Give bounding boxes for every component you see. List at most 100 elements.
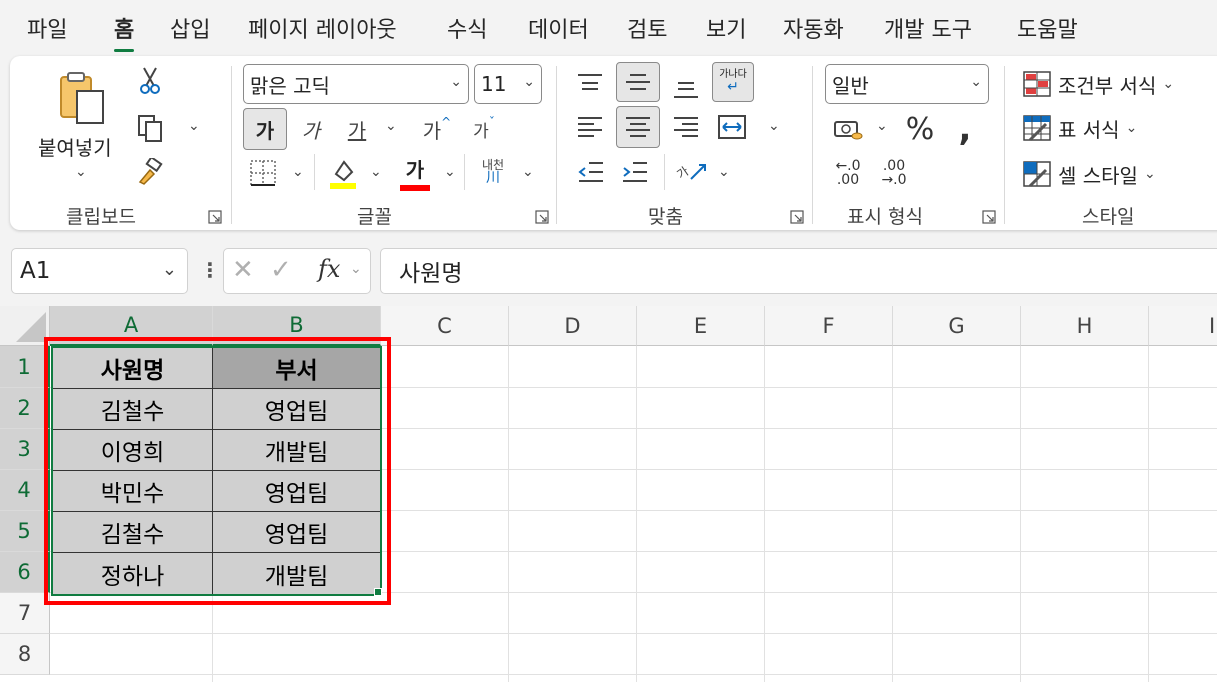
tab-formulas[interactable]: 수식 bbox=[447, 12, 487, 44]
tab-insert[interactable]: 삽입 bbox=[170, 12, 210, 44]
tab-review[interactable]: 검토 bbox=[627, 12, 667, 44]
cell-styles-button[interactable]: 셀 스타일 ⌄ bbox=[1022, 156, 1212, 192]
borders-chevron-icon[interactable]: ⌄ bbox=[292, 164, 304, 180]
tab-automate[interactable]: 자동화 bbox=[783, 12, 844, 44]
cancel-icon[interactable]: ✕ bbox=[232, 255, 254, 285]
gridline bbox=[892, 346, 893, 682]
conditional-formatting-icon bbox=[1023, 71, 1051, 97]
name-box[interactable]: A1 ⌄ bbox=[11, 248, 188, 294]
column-header-g[interactable]: G bbox=[893, 306, 1021, 346]
phonetic-sub-glyph: 川 bbox=[486, 170, 500, 186]
font-name-dropdown[interactable]: 맑은 고딕 ⌄ bbox=[243, 64, 469, 104]
copy-dropdown-chevron-icon[interactable]: ⌄ bbox=[188, 118, 200, 134]
increase-indent-icon[interactable] bbox=[616, 154, 654, 190]
row-header-1[interactable]: 1 bbox=[0, 346, 50, 388]
paste-dropdown-chevron-icon[interactable]: ⌄ bbox=[75, 164, 87, 180]
tab-file[interactable]: 파일 bbox=[27, 12, 67, 44]
orientation-chevron-icon[interactable]: ⌄ bbox=[718, 164, 730, 180]
wrap-text-button[interactable]: 가나다 ↵ bbox=[712, 62, 754, 102]
copy-icon[interactable] bbox=[134, 112, 166, 144]
shrink-font-button[interactable]: 가ˇ bbox=[466, 108, 502, 150]
tab-help[interactable]: 도움말 bbox=[1017, 12, 1078, 44]
clipboard-launcher-icon[interactable] bbox=[208, 210, 222, 224]
comma-style-icon[interactable]: , bbox=[950, 108, 980, 150]
borders-icon[interactable] bbox=[246, 156, 280, 190]
column-header-d[interactable]: D bbox=[509, 306, 637, 346]
menu-bar: 파일 홈 삽입 페이지 레이아웃 수식 데이터 검토 보기 자동화 개발 도구 … bbox=[0, 0, 1217, 54]
merge-chevron-icon[interactable]: ⌄ bbox=[768, 118, 780, 134]
font-color-button[interactable]: 가 bbox=[398, 152, 432, 192]
font-color-chevron-icon[interactable]: ⌄ bbox=[444, 164, 456, 180]
tab-page-layout[interactable]: 페이지 레이아웃 bbox=[248, 12, 397, 44]
gridline bbox=[1020, 346, 1021, 682]
row-header-6[interactable]: 6 bbox=[0, 552, 50, 593]
middle-align-icon[interactable] bbox=[616, 62, 660, 102]
increase-decimal-icon[interactable]: ←.0.00 bbox=[828, 154, 868, 192]
number-launcher-icon[interactable] bbox=[982, 210, 996, 224]
insert-function-icon[interactable]: fx bbox=[318, 255, 340, 283]
name-box-chevron-icon[interactable]: ⌄ bbox=[162, 259, 177, 280]
font-name-chevron-icon: ⌄ bbox=[450, 74, 462, 90]
align-right-icon[interactable] bbox=[666, 108, 706, 146]
row-header-5[interactable]: 5 bbox=[0, 511, 50, 552]
accounting-chevron-icon[interactable]: ⌄ bbox=[876, 118, 888, 134]
merge-center-icon[interactable] bbox=[712, 108, 752, 146]
gridline bbox=[764, 346, 765, 682]
italic-button[interactable]: 가 bbox=[296, 108, 326, 150]
grow-font-button[interactable]: 가 ^ bbox=[416, 108, 458, 150]
cut-icon[interactable] bbox=[134, 64, 166, 96]
bold-button[interactable]: 가 bbox=[243, 108, 287, 150]
number-format-dropdown[interactable]: 일반 ⌄ bbox=[825, 64, 989, 104]
format-as-table-chevron-icon: ⌄ bbox=[1125, 120, 1138, 136]
formula-expand-chevron-icon[interactable]: ⌄ bbox=[350, 261, 362, 277]
top-align-icon[interactable] bbox=[570, 64, 610, 102]
formula-content: 사원명 bbox=[399, 261, 463, 287]
orientation-button[interactable]: 가 bbox=[672, 154, 712, 190]
conditional-formatting-button[interactable]: 조건부 서식 ⌄ bbox=[1022, 66, 1212, 102]
select-all-corner[interactable] bbox=[0, 306, 50, 346]
row-header-4[interactable]: 4 bbox=[0, 470, 50, 511]
fill-color-chevron-icon[interactable]: ⌄ bbox=[370, 164, 382, 180]
align-center-icon[interactable] bbox=[616, 106, 660, 148]
format-as-table-button[interactable]: 표 서식 ⌄ bbox=[1022, 110, 1212, 146]
fill-color-icon[interactable] bbox=[326, 154, 360, 192]
tab-view[interactable]: 보기 bbox=[706, 12, 746, 44]
decrease-indent-icon[interactable] bbox=[572, 154, 610, 190]
percent-style-icon[interactable]: % bbox=[900, 108, 940, 150]
gridline bbox=[1148, 346, 1149, 682]
font-launcher-icon[interactable] bbox=[535, 210, 549, 224]
accounting-format-icon[interactable] bbox=[828, 110, 868, 148]
format-painter-icon[interactable] bbox=[134, 156, 166, 188]
tab-data[interactable]: 데이터 bbox=[528, 12, 589, 44]
column-header-f[interactable]: F bbox=[765, 306, 893, 346]
column-header-e[interactable]: E bbox=[637, 306, 765, 346]
font-color-glyph: 가 bbox=[405, 157, 425, 182]
font-size-dropdown[interactable]: 11 ⌄ bbox=[474, 64, 542, 104]
column-header-h[interactable]: H bbox=[1021, 306, 1149, 346]
bottom-align-icon[interactable] bbox=[666, 70, 706, 108]
phonetic-chevron-icon[interactable]: ⌄ bbox=[522, 164, 534, 180]
row-header-3[interactable]: 3 bbox=[0, 429, 50, 470]
more-options-icon[interactable]: ⋮ bbox=[200, 258, 220, 282]
tab-developer[interactable]: 개발 도구 bbox=[884, 12, 972, 44]
alignment-launcher-icon[interactable] bbox=[790, 210, 804, 224]
column-header-i[interactable]: I bbox=[1149, 306, 1217, 346]
styles-group-label: 스타일 bbox=[1082, 206, 1135, 228]
paste-icon[interactable] bbox=[50, 70, 114, 130]
worksheet: A B C D E F G H I 1 2 3 4 5 6 7 8 사원명 부서… bbox=[0, 306, 1217, 682]
tab-home[interactable]: 홈 bbox=[114, 12, 135, 52]
decrease-decimal-icon[interactable]: .00 →.0 bbox=[874, 154, 914, 192]
paste-label[interactable]: 붙여넣기 bbox=[38, 132, 112, 161]
underline-button[interactable]: 가 bbox=[342, 108, 372, 150]
phonetic-button[interactable]: 내천 川 bbox=[472, 152, 514, 192]
row-header-2[interactable]: 2 bbox=[0, 388, 50, 429]
enter-icon[interactable]: ✓ bbox=[270, 255, 292, 285]
align-left-icon[interactable] bbox=[570, 108, 610, 146]
separator bbox=[464, 154, 465, 190]
formula-input[interactable]: 사원명 bbox=[380, 248, 1217, 294]
underline-chevron-icon[interactable]: ⌄ bbox=[385, 118, 397, 134]
row-header-8[interactable]: 8 bbox=[0, 634, 50, 675]
column-header-c[interactable]: C bbox=[381, 306, 509, 346]
row-header-7[interactable]: 7 bbox=[0, 593, 50, 634]
gridline bbox=[508, 346, 509, 682]
